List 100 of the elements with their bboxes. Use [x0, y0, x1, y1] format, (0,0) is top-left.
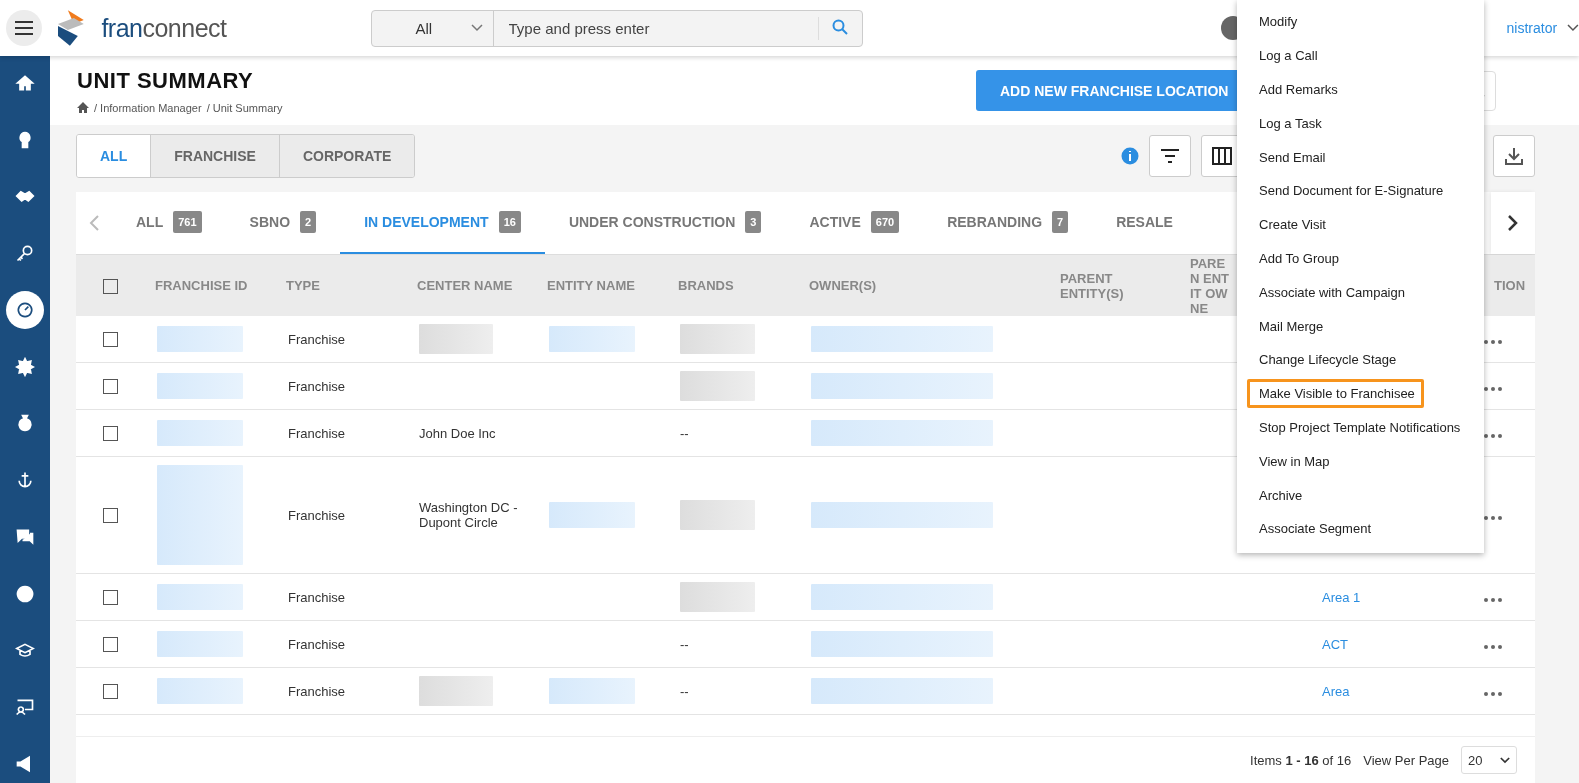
- column-header: CENTER NAME: [417, 278, 513, 293]
- checkbox[interactable]: [103, 426, 118, 442]
- sidebar-item[interactable]: [6, 291, 44, 329]
- count-badge: 7: [1052, 211, 1069, 233]
- search-icon: [832, 18, 849, 35]
- menu-item[interactable]: Create Visit: [1247, 210, 1335, 240]
- menu-item[interactable]: Change Lifecycle Stage: [1247, 345, 1406, 375]
- menu-icon: [14, 21, 33, 35]
- chevron-right-icon: [1508, 215, 1518, 231]
- home-icon[interactable]: [77, 102, 89, 113]
- column-header: TYPE: [286, 278, 320, 293]
- caret-icon: [1567, 24, 1579, 32]
- column-header: OWNER(S): [809, 278, 877, 293]
- nav-icon: [15, 527, 35, 547]
- menu-item[interactable]: Send Email: [1247, 142, 1335, 172]
- info-icon[interactable]: [1121, 147, 1139, 165]
- table-cell: Washington DC - Dupont Circle: [419, 500, 518, 530]
- table-cell: John Doe Inc: [419, 425, 496, 441]
- more-icon[interactable]: [1483, 644, 1502, 649]
- status-tab[interactable]: ACTIVE 670: [785, 192, 924, 254]
- column-header: PAREN ENTIT OWNE: [1190, 255, 1230, 316]
- more-icon[interactable]: [1483, 691, 1502, 696]
- menu-item[interactable]: Modify: [1247, 7, 1307, 37]
- table-cell: Franchise: [288, 636, 346, 652]
- more-icon[interactable]: [1483, 339, 1502, 344]
- table-cell: Franchise: [288, 589, 346, 605]
- column-header: TION: [1494, 278, 1526, 293]
- menu-item[interactable]: Mail Merge: [1247, 311, 1333, 341]
- caret-icon: [1500, 756, 1510, 764]
- status-tab[interactable]: SBNO 2: [225, 192, 341, 254]
- menu-button[interactable]: [6, 10, 42, 46]
- table-cell: --: [680, 425, 689, 441]
- filter-icon: [1161, 149, 1179, 163]
- table-link[interactable]: ACT: [1322, 636, 1348, 652]
- table-link[interactable]: Area: [1322, 683, 1350, 699]
- count-badge: 3: [745, 211, 762, 233]
- count-badge: 16: [498, 211, 521, 233]
- nav-icon: [15, 243, 35, 264]
- download-button[interactable]: [1493, 135, 1535, 177]
- nav-icon: [15, 413, 35, 434]
- checkbox[interactable]: [103, 637, 118, 653]
- column-header: FRANCHISE ID: [155, 278, 248, 293]
- nav-icon: [15, 583, 35, 604]
- pagination-summary: Items 1 - 16 of 16: [1250, 752, 1352, 768]
- table-cell: Franchise: [288, 425, 346, 441]
- per-page-dropdown[interactable]: 20: [1461, 746, 1517, 774]
- filter-button[interactable]: [1149, 135, 1191, 177]
- menu-item[interactable]: Log a Call: [1247, 41, 1327, 71]
- menu-item[interactable]: Send Document for E-Signature: [1247, 176, 1453, 206]
- more-icon[interactable]: [1483, 433, 1502, 438]
- nav-icon: [15, 697, 35, 718]
- table-cell: Franchise: [288, 507, 346, 523]
- columns-icon: [1212, 147, 1232, 165]
- per-page-label: View Per Page: [1363, 752, 1449, 768]
- checkbox[interactable]: [103, 508, 118, 524]
- status-tab[interactable]: REBRANDING 7: [923, 192, 1093, 254]
- menu-item[interactable]: Make Visible to Franchisee: [1247, 379, 1424, 409]
- column-header: ENTITY NAME: [547, 278, 635, 293]
- segment-tab[interactable]: ALL: [77, 135, 151, 177]
- chevron-left-icon: [89, 215, 99, 231]
- menu-item[interactable]: Associate Segment: [1247, 514, 1380, 544]
- count-badge: 670: [870, 211, 900, 233]
- more-icon[interactable]: [1483, 597, 1502, 602]
- checkbox[interactable]: [103, 332, 118, 348]
- table-cell: --: [680, 683, 689, 699]
- checkbox[interactable]: [103, 684, 118, 700]
- caret-icon: [470, 24, 483, 32]
- menu-item[interactable]: Archive: [1247, 480, 1312, 510]
- more-icon[interactable]: [1483, 386, 1502, 391]
- menu-item[interactable]: Stop Project Template Notifications: [1247, 412, 1470, 442]
- status-tab[interactable]: UNDER CONSTRUCTION 3: [544, 192, 786, 254]
- more-icon[interactable]: [1483, 515, 1502, 520]
- search-field[interactable]: All Type and press enter: [370, 9, 863, 47]
- table-link[interactable]: Area 1: [1322, 589, 1361, 605]
- menu-item[interactable]: Add To Group: [1247, 243, 1348, 273]
- count-badge: 761: [173, 211, 202, 233]
- checkbox[interactable]: [103, 590, 118, 606]
- table-cell: Franchise: [288, 331, 346, 347]
- column-header: PARENT ENTITY(S): [1060, 270, 1124, 301]
- user-name[interactable]: nistrator: [1506, 20, 1558, 36]
- breadcrumb-link[interactable]: / Unit Summary: [206, 101, 283, 114]
- segment-tab[interactable]: CORPORATE: [278, 135, 415, 177]
- segment-tab[interactable]: FRANCHISE: [150, 135, 279, 177]
- download-icon: [1505, 147, 1523, 165]
- logo-text: franconnect: [101, 13, 227, 43]
- checkbox[interactable]: [103, 278, 118, 294]
- table-cell: Franchise: [288, 378, 346, 394]
- nav-icon: [15, 356, 35, 377]
- checkbox[interactable]: [103, 379, 118, 395]
- table-cell: Franchise: [288, 683, 346, 699]
- menu-item[interactable]: Associate with Campaign: [1247, 277, 1414, 307]
- page-title: UNIT SUMMARY: [77, 67, 255, 94]
- status-tab[interactable]: RESALE: [1092, 192, 1197, 254]
- breadcrumb-link[interactable]: / Information Manager: [94, 101, 202, 114]
- menu-item[interactable]: View in Map: [1247, 446, 1339, 476]
- table-cell: --: [680, 636, 689, 652]
- count-badge: 2: [300, 211, 317, 233]
- scope-dropdown[interactable]: All: [371, 10, 494, 46]
- status-tab[interactable]: ALL 761: [112, 192, 226, 254]
- menu-item[interactable]: Log a Task: [1247, 108, 1331, 138]
